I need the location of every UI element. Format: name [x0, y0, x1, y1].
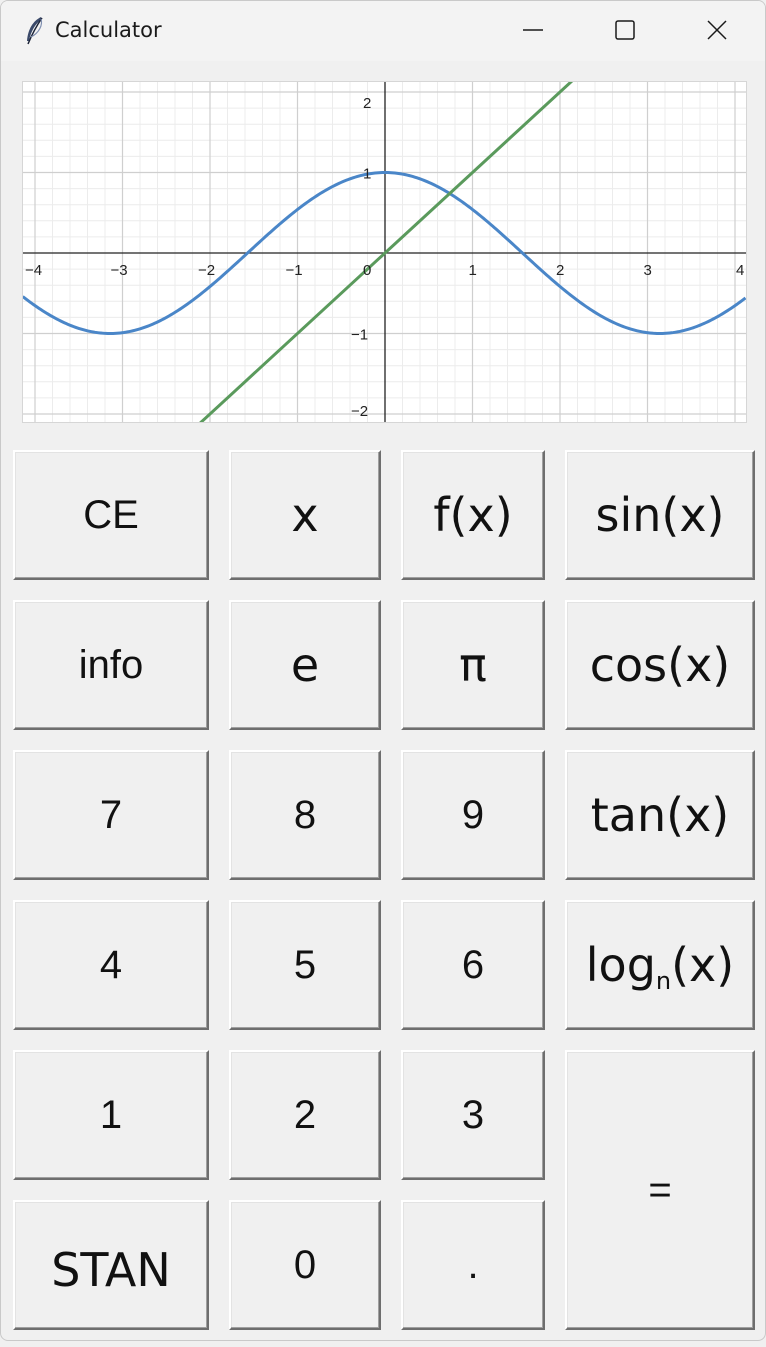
digit-2-button[interactable]: 2 [229, 1050, 381, 1180]
info-button[interactable]: info [13, 600, 209, 730]
x-tick-label: 3 [644, 262, 652, 279]
x-tick-label: 2 [556, 262, 564, 279]
sin-label: sin(x) [595, 488, 725, 542]
maximize-button[interactable] [579, 1, 671, 59]
digit-0-label: 0 [293, 1242, 317, 1287]
digit-4-label: 4 [99, 942, 123, 987]
digit-1-label: 1 [99, 1092, 123, 1137]
digit-3-button[interactable]: 3 [401, 1050, 545, 1180]
tan-label: tan(x) [590, 788, 730, 842]
stan-label: STAN [51, 1243, 171, 1297]
clear-entry-button[interactable]: CE [13, 450, 209, 580]
euler-e-label: e [290, 638, 320, 692]
window-title: Calculator [55, 18, 162, 42]
cos-button[interactable]: cos(x) [565, 600, 755, 730]
x-tick-label: 1 [469, 262, 477, 279]
maximize-icon [615, 20, 635, 40]
info-label: info [78, 642, 144, 687]
pi-label: π [459, 638, 487, 692]
x-tick-label: −1 [286, 262, 303, 279]
title-bar[interactable]: Calculator [1, 1, 765, 61]
log-suffix: (x) [671, 938, 735, 992]
sin-button[interactable]: sin(x) [565, 450, 755, 580]
digit-2-label: 2 [293, 1092, 317, 1137]
decimal-point-label: . [467, 1242, 479, 1287]
tan-button[interactable]: tan(x) [565, 750, 755, 880]
x-tick-label: −4 [25, 262, 42, 279]
close-icon [707, 20, 727, 40]
variable-x-button[interactable]: x [229, 450, 381, 580]
y-tick-label: 1 [363, 166, 371, 183]
function-fx-button[interactable]: f(x) [401, 450, 545, 580]
digit-5-button[interactable]: 5 [229, 900, 381, 1030]
decimal-point-button[interactable]: . [401, 1200, 545, 1330]
x-tick-label: −3 [111, 262, 128, 279]
digit-7-button[interactable]: 7 [13, 750, 209, 880]
minimize-icon [523, 29, 543, 31]
y-tick-label: 2 [363, 95, 371, 112]
digit-5-label: 5 [293, 942, 317, 987]
y-tick-label: −1 [351, 327, 368, 344]
equals-button[interactable]: = [565, 1050, 755, 1330]
digit-9-label: 9 [461, 792, 485, 837]
log-n-button[interactable]: logn(x) [565, 900, 755, 1030]
cos-label: cos(x) [589, 638, 731, 692]
euler-e-button[interactable]: e [229, 600, 381, 730]
digit-3-label: 3 [461, 1092, 485, 1137]
digit-6-label: 6 [461, 942, 485, 987]
log-prefix: log [585, 938, 656, 992]
x-tick-label: −2 [198, 262, 215, 279]
digit-7-label: 7 [99, 792, 123, 837]
graph-canvas: −4 −3 −2 −1 0 1 2 3 4 2 1 −1 −2 [23, 82, 746, 422]
pi-button[interactable]: π [401, 600, 545, 730]
function-fx-label: f(x) [433, 488, 513, 542]
function-graph[interactable]: −4 −3 −2 −1 0 1 2 3 4 2 1 −1 −2 [22, 81, 747, 423]
y-tick-label: −2 [351, 403, 368, 420]
digit-9-button[interactable]: 9 [401, 750, 545, 880]
log-n-label: logn(x) [585, 938, 735, 995]
digit-8-label: 8 [293, 792, 317, 837]
digit-6-button[interactable]: 6 [401, 900, 545, 1030]
equals-label: = [648, 1167, 672, 1212]
digit-8-button[interactable]: 8 [229, 750, 381, 880]
x-tick-label: 0 [363, 262, 371, 279]
log-subscript: n [655, 967, 672, 995]
digit-4-button[interactable]: 4 [13, 900, 209, 1030]
close-button[interactable] [671, 1, 763, 59]
variable-x-label: x [291, 488, 319, 542]
feather-icon [27, 17, 43, 45]
clear-entry-label: CE [83, 492, 139, 537]
minimize-button[interactable] [487, 1, 579, 59]
x-tick-label: 4 [736, 262, 744, 279]
digit-1-button[interactable]: 1 [13, 1050, 209, 1180]
digit-0-button[interactable]: 0 [229, 1200, 381, 1330]
stan-button[interactable]: STAN [13, 1200, 209, 1330]
calculator-window: Calculator −4 −3 −2 −1 0 1 2 3 4 2 1 −1 −2 CE x f(x)… [0, 0, 766, 1341]
